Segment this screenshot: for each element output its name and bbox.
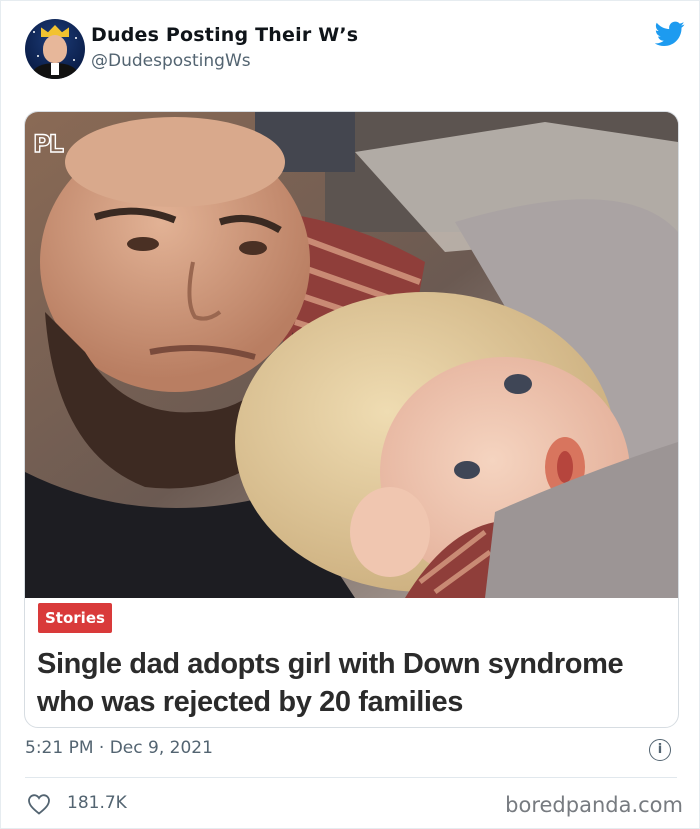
watermark: boredpanda.com [505, 793, 683, 817]
author-name[interactable]: Dudes Posting Their W’s [91, 24, 358, 46]
avatar[interactable] [25, 19, 85, 79]
article-photo [25, 112, 678, 598]
tweet-timestamp[interactable]: 5:21 PM · Dec 9, 2021 [25, 738, 213, 758]
image-overlay-logo: PL [32, 129, 64, 158]
category-tag: Stories [38, 603, 112, 633]
link-preview-card[interactable]: PL Stories Single dad adopts girl with D… [24, 111, 679, 728]
like-count: 181.7K [67, 793, 127, 813]
tweet-card: Dudes Posting Their W’s @DudespostingWs [0, 0, 700, 829]
twitter-bird-icon[interactable] [655, 21, 685, 47]
heart-icon[interactable] [27, 793, 51, 815]
info-icon[interactable]: i [649, 739, 671, 761]
tweet-header: Dudes Posting Their W’s @DudespostingWs [25, 19, 685, 81]
divider [25, 777, 677, 778]
article-headline[interactable]: Single dad adopts girl with Down syndrom… [37, 645, 669, 721]
author-handle[interactable]: @DudespostingWs [91, 51, 251, 71]
